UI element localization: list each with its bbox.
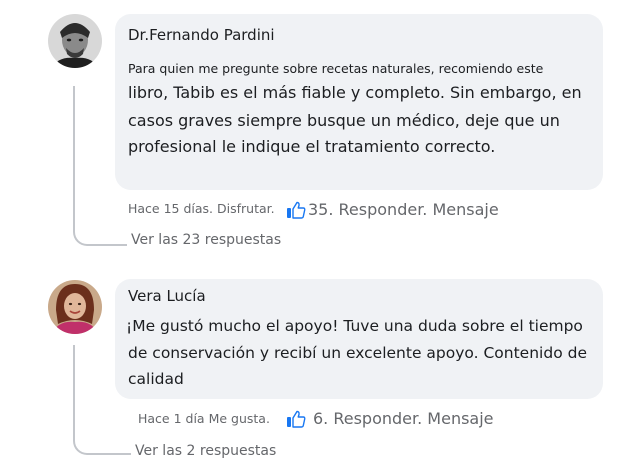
comment-text-line: libro, Tabib es el más fiable y completo… (128, 83, 582, 102)
comment-text-line: casos graves siempre busque un médico, d… (128, 111, 560, 130)
comment-text-line: ¡Me gustó mucho el apoyo! Tuve una duda … (126, 317, 583, 335)
thread-line (73, 345, 75, 441)
comment-actions[interactable]: 35. Responder. Mensaje (308, 200, 499, 219)
thread-connector (73, 228, 127, 246)
comment-meta[interactable]: Hace 15 días. Disfrutar. (128, 201, 275, 216)
comment-actions[interactable]: 6. Responder. Mensaje (313, 409, 494, 428)
comment-meta[interactable]: Hace 1 día Me gusta. (138, 411, 270, 426)
comment-text-line: profesional le indique el tratamiento co… (128, 137, 496, 156)
view-replies-link[interactable]: Ver las 2 respuestas (135, 443, 276, 459)
comment-text-line: calidad (128, 370, 184, 388)
avatar[interactable] (48, 14, 102, 68)
thread-connector (73, 437, 131, 455)
comment-text-line: Para quien me pregunte sobre recetas nat… (128, 61, 544, 76)
avatar[interactable] (48, 280, 102, 334)
comment-thread: Dr.Fernando Pardini Para quien me pregun… (0, 0, 641, 467)
woman-portrait-avatar-icon (48, 280, 102, 334)
thumbs-up-icon[interactable] (286, 410, 306, 428)
man-portrait-avatar-icon (48, 14, 102, 68)
comment-author[interactable]: Dr.Fernando Pardini (128, 26, 275, 44)
thread-line (73, 86, 75, 230)
thumbs-up-icon[interactable] (286, 201, 306, 219)
view-replies-link[interactable]: Ver las 23 respuestas (131, 232, 281, 248)
comment-text-line: de conservación y recibí un excelente ap… (128, 344, 587, 362)
comment-author[interactable]: Vera Lucía (128, 287, 206, 305)
